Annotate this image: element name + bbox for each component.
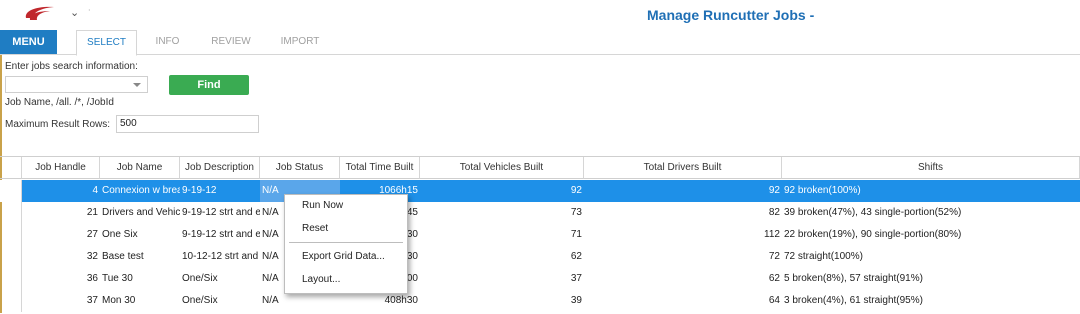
cell-job-name[interactable]: One Six — [100, 224, 180, 246]
cell-job-name[interactable]: Drivers and Vehicles — [100, 202, 180, 224]
search-prompt-label: Enter jobs search information: — [5, 61, 138, 72]
row-header-corner — [0, 157, 22, 179]
cell-total-drivers[interactable]: 64 — [584, 290, 782, 312]
cell-job-handle[interactable]: 36 — [22, 268, 100, 290]
row-header[interactable] — [0, 180, 22, 202]
cell-total-vehicles[interactable]: 73 — [420, 202, 584, 224]
cell-shifts[interactable]: 72 straight(100%) — [782, 246, 1080, 268]
column-header-total-time[interactable]: Total Time Built — [340, 157, 420, 179]
job-search-combo[interactable] — [5, 76, 148, 93]
table-row[interactable]: 21 Drivers and Vehicles 9-19-12 strt and… — [0, 202, 1080, 224]
dot-icon: · — [88, 6, 91, 15]
tab-import[interactable]: IMPORT — [270, 30, 330, 54]
tab-review[interactable]: REVIEW — [200, 30, 262, 54]
table-row[interactable]: 37 Mon 30 One/Six N/A 408h30 39 64 3 bro… — [0, 290, 1080, 312]
cell-total-vehicles[interactable]: 62 — [420, 246, 584, 268]
cell-job-handle[interactable]: 21 — [22, 202, 100, 224]
column-header-total-vehicles[interactable]: Total Vehicles Built — [420, 157, 584, 179]
cell-job-description[interactable]: 9-19-12 — [180, 180, 260, 202]
cell-shifts[interactable]: 5 broken(8%), 57 straight(91%) — [782, 268, 1080, 290]
cell-job-name[interactable]: Connexion w breaks — [100, 180, 180, 202]
chevron-down-icon[interactable] — [133, 83, 141, 87]
column-header-job-name[interactable]: Job Name — [100, 157, 180, 179]
cell-job-name[interactable]: Tue 30 — [100, 268, 180, 290]
cell-shifts[interactable]: 22 broken(19%), 90 single-portion(80%) — [782, 224, 1080, 246]
menu-item-run-now[interactable]: Run Now — [285, 195, 405, 217]
row-header[interactable] — [0, 290, 22, 312]
menu-button[interactable]: MENU — [0, 30, 57, 54]
cell-job-handle[interactable]: 37 — [22, 290, 100, 312]
cell-total-vehicles[interactable]: 71 — [420, 224, 584, 246]
row-header[interactable] — [0, 202, 22, 224]
cell-total-vehicles[interactable]: 39 — [420, 290, 584, 312]
cell-job-description[interactable]: 9-19-12 strt and end — [180, 202, 260, 224]
cell-total-vehicles[interactable]: 92 — [420, 180, 584, 202]
cell-total-drivers[interactable]: 92 — [584, 180, 782, 202]
jobs-grid: Job Handle Job Name Job Description Job … — [0, 156, 1080, 314]
column-header-job-handle[interactable]: Job Handle — [22, 157, 100, 179]
row-header[interactable] — [0, 246, 22, 268]
find-button[interactable]: Find — [169, 75, 249, 95]
menu-item-reset[interactable]: Reset — [285, 218, 405, 240]
cell-total-vehicles[interactable]: 37 — [420, 268, 584, 290]
cell-job-description[interactable]: One/Six — [180, 268, 260, 290]
cell-job-name[interactable]: Base test — [100, 246, 180, 268]
cell-total-drivers[interactable]: 112 — [584, 224, 782, 246]
row-header[interactable] — [0, 224, 22, 246]
cell-shifts[interactable]: 39 broken(47%), 43 single-portion(52%) — [782, 202, 1080, 224]
cell-job-description[interactable]: One/Six — [180, 290, 260, 312]
tab-select[interactable]: SELECT — [76, 30, 137, 56]
menu-separator — [289, 242, 403, 243]
grid-context-menu: Run Now Reset Export Grid Data... Layout… — [284, 194, 408, 294]
cell-job-description[interactable]: 10-12-12 strt and end — [180, 246, 260, 268]
cell-job-handle[interactable]: 4 — [22, 180, 100, 202]
menu-item-export-grid-data[interactable]: Export Grid Data... — [285, 246, 405, 268]
max-rows-input[interactable]: 500 — [116, 115, 259, 133]
cell-total-drivers[interactable]: 82 — [584, 202, 782, 224]
table-row[interactable]: 4 Connexion w breaks 9-19-12 N/A 1066h15… — [0, 180, 1080, 202]
page-title: Manage Runcutter Jobs - — [647, 7, 815, 23]
tab-bar: MENU SELECT INFO REVIEW IMPORT — [0, 30, 1080, 56]
row-header[interactable] — [0, 268, 22, 290]
cell-job-handle[interactable]: 27 — [22, 224, 100, 246]
column-header-shifts[interactable]: Shifts — [782, 157, 1080, 179]
chevron-down-icon[interactable]: ⌄ — [70, 6, 79, 19]
app-logo-icon[interactable] — [20, 4, 58, 24]
column-header-job-description[interactable]: Job Description — [180, 157, 260, 179]
table-row[interactable]: 36 Tue 30 One/Six N/A ...00 37 62 5 brok… — [0, 268, 1080, 290]
tab-info[interactable]: INFO — [145, 30, 190, 54]
search-hint-label: Job Name, /all. /*, /JobId — [5, 97, 114, 108]
menu-item-layout[interactable]: Layout... — [285, 269, 405, 291]
max-rows-label: Maximum Result Rows: — [5, 119, 111, 130]
column-header-job-status[interactable]: Job Status — [260, 157, 340, 179]
cell-total-drivers[interactable]: 72 — [584, 246, 782, 268]
cell-total-drivers[interactable]: 62 — [584, 268, 782, 290]
table-row[interactable]: 32 Base test 10-12-12 strt and end N/A .… — [0, 246, 1080, 268]
cell-job-handle[interactable]: 32 — [22, 246, 100, 268]
table-row[interactable]: 27 One Six 9-19-12 strt and end N/A ...3… — [0, 224, 1080, 246]
cell-shifts[interactable]: 3 broken(4%), 61 straight(95%) — [782, 290, 1080, 312]
column-header-total-drivers[interactable]: Total Drivers Built — [584, 157, 782, 179]
top-bar: ⌄ · Manage Runcutter Jobs - — [0, 0, 1080, 30]
cell-job-description[interactable]: 9-19-12 strt and end — [180, 224, 260, 246]
cell-job-name[interactable]: Mon 30 — [100, 290, 180, 312]
cell-shifts[interactable]: 92 broken(100%) — [782, 180, 1080, 202]
